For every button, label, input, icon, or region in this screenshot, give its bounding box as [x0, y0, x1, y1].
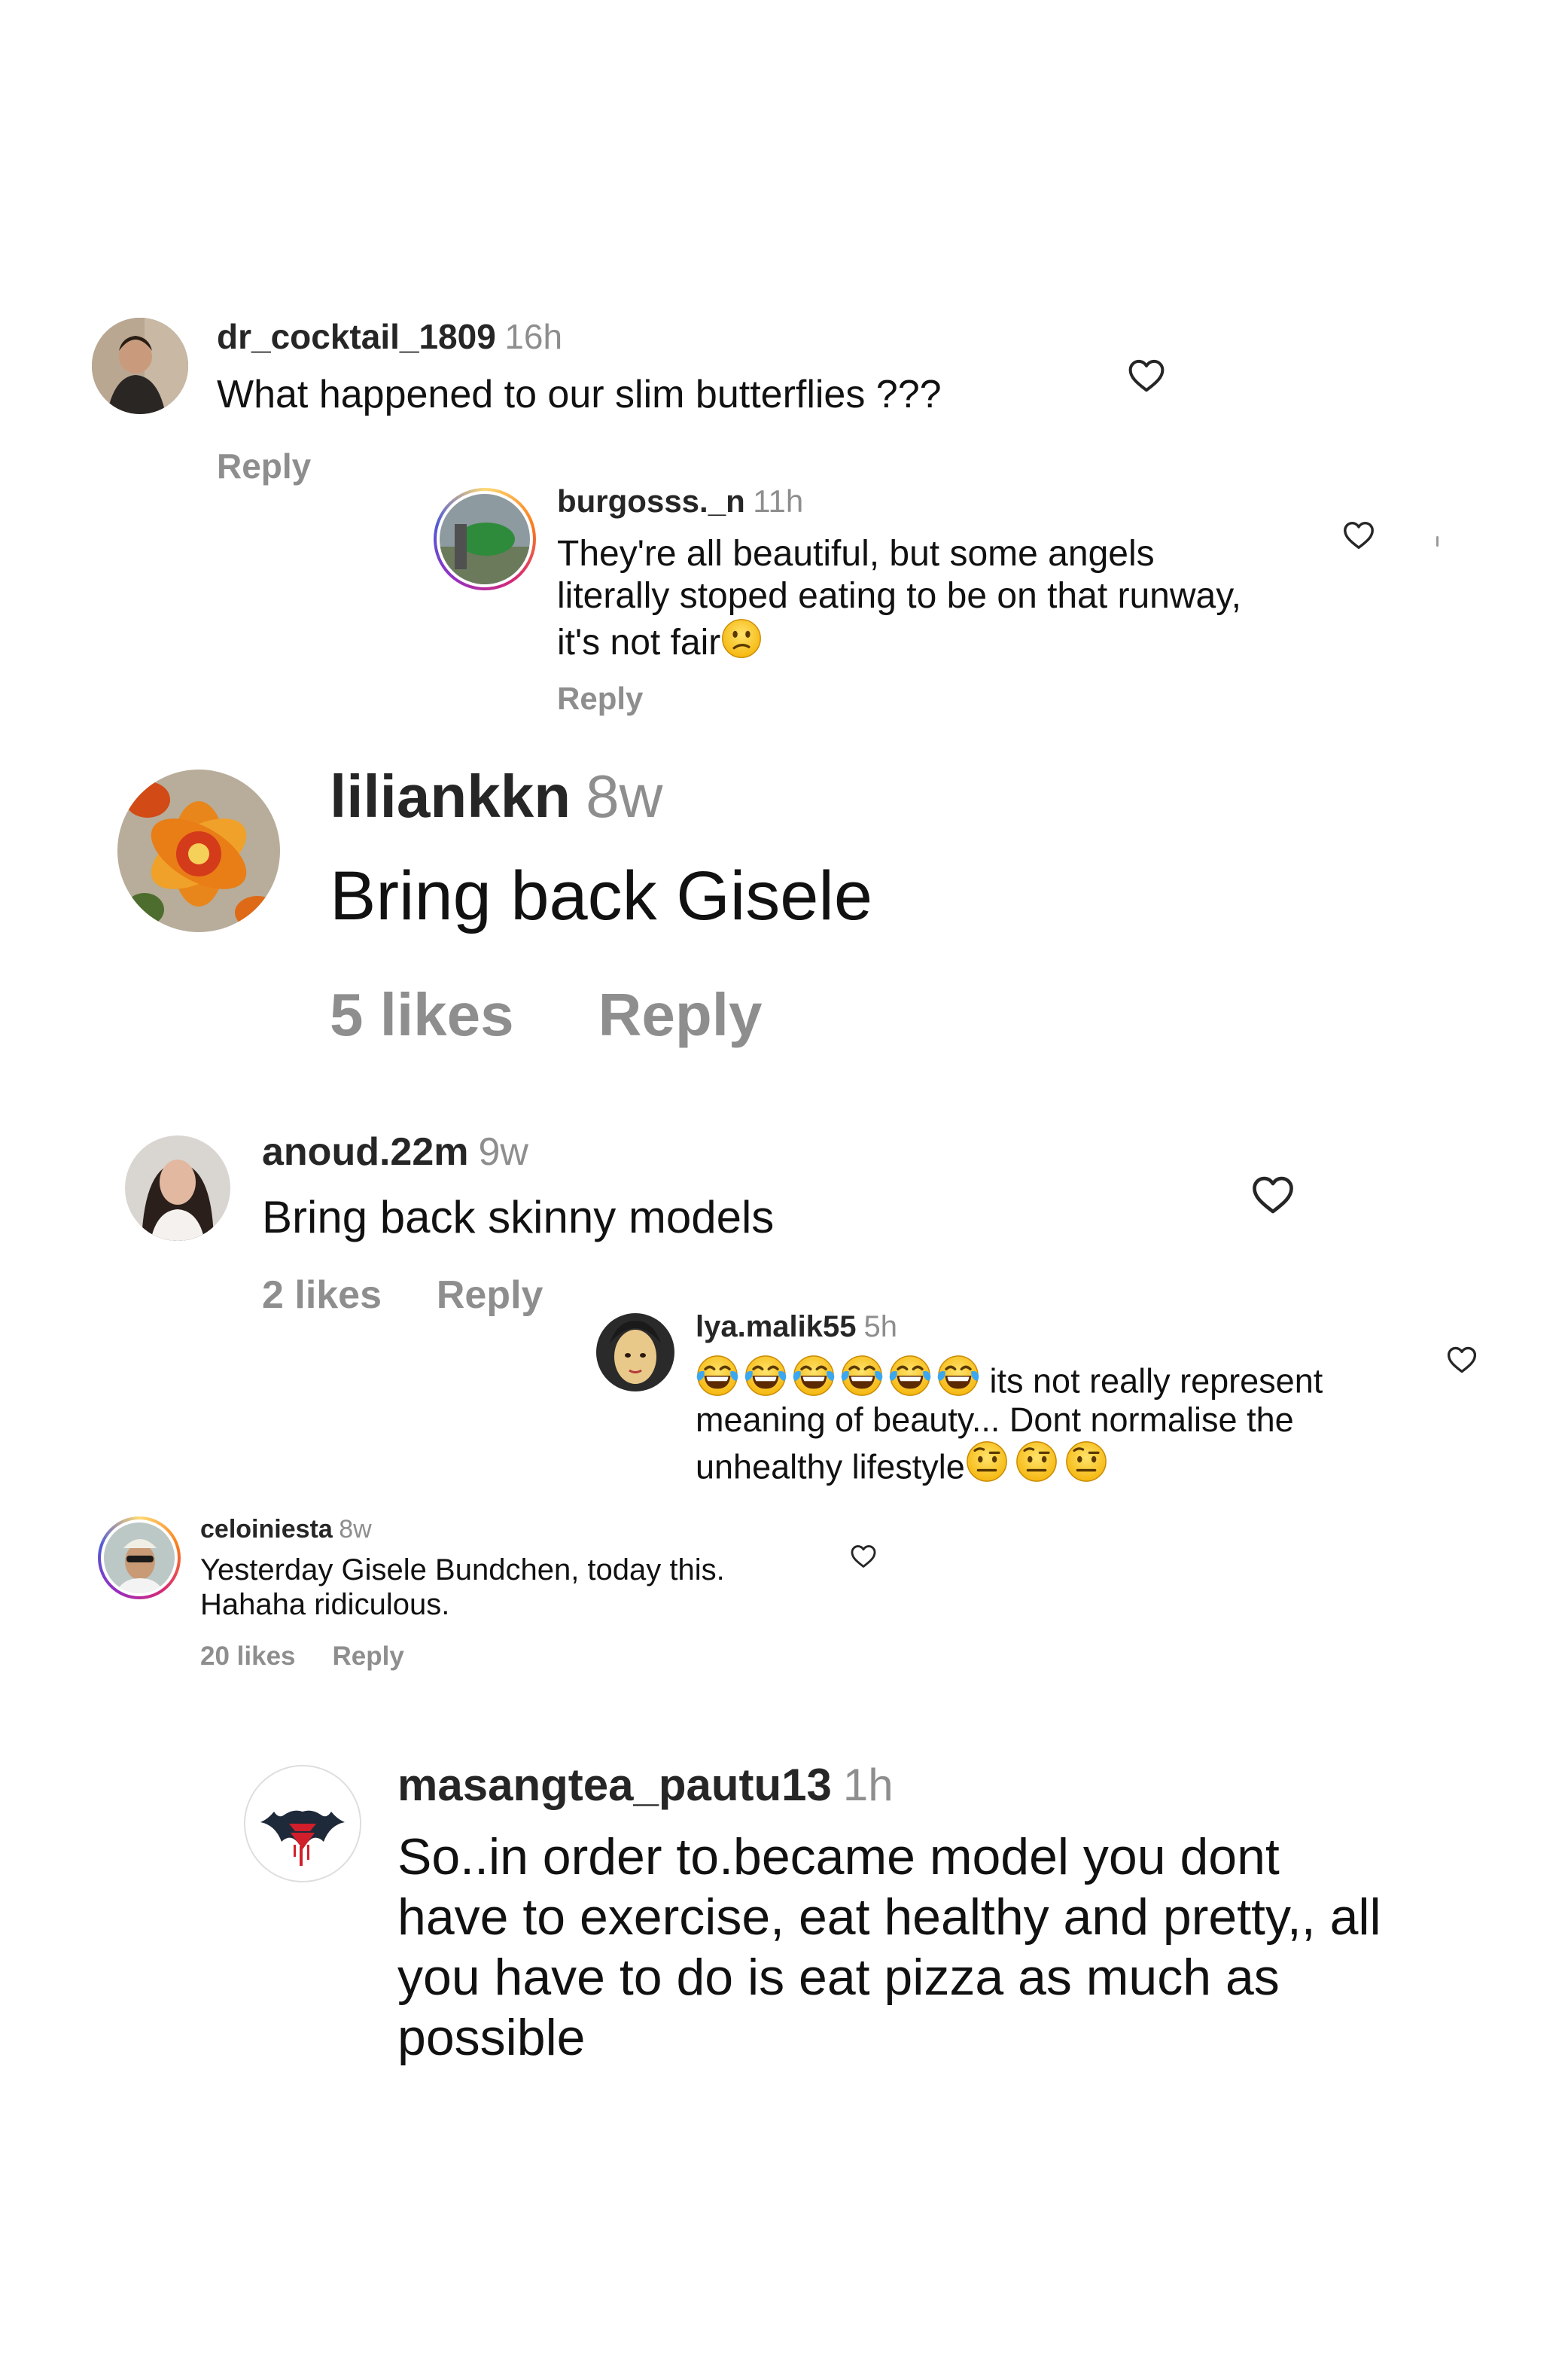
comment-line: meaning of beauty... Dont normalise the: [696, 1401, 1294, 1440]
comment-header: anoud.22m 9w: [262, 1129, 528, 1175]
reply-button[interactable]: Reply: [333, 1641, 404, 1671]
heart-outline-icon[interactable]: [1126, 355, 1167, 396]
comment-header: dr_cocktail_1809 16h: [217, 316, 562, 357]
avatar[interactable]: [98, 1516, 181, 1599]
laughing-tears-face-icon: [792, 1354, 836, 1397]
comment-line: So..in order to.became model you dont: [397, 1828, 1280, 1885]
raised-eyebrow-face-icon: [965, 1440, 1009, 1483]
avatar[interactable]: [596, 1313, 674, 1391]
likes-count[interactable]: 20 likes: [200, 1641, 296, 1671]
raised-eyebrow-face-icon: [1064, 1440, 1108, 1483]
laughing-tears-face-icon: [840, 1354, 884, 1397]
comment-text: Yesterday Gisele Bundchen, today this. H…: [200, 1553, 725, 1622]
comment-text: What happened to our slim butterflies ??…: [217, 373, 942, 416]
comment-line: it's not fair: [557, 617, 1241, 664]
comment-line: its not really represent: [696, 1354, 1323, 1401]
comment-line: Yesterday Gisele Bundchen, today this.: [200, 1553, 725, 1586]
comment-line: have to exercise, eat healthy and pretty…: [397, 1888, 1381, 1946]
comment-line: possible: [397, 2009, 586, 2066]
comment-text: They're all beautiful, but some angels l…: [557, 533, 1241, 664]
heart-outline-icon[interactable]: [849, 1542, 878, 1571]
avatar[interactable]: [92, 318, 188, 414]
laughing-tears-face-icon: [696, 1354, 739, 1397]
comment-text: So..in order to.became model you dont ha…: [397, 1827, 1381, 2068]
comment-line: literally stoped eating to be on that ru…: [557, 576, 1241, 616]
comment-actions: 2 likes Reply: [262, 1273, 543, 1318]
comment-line-text: it's not fair: [557, 622, 721, 663]
scroll-indicator: [1436, 536, 1439, 547]
raised-eyebrow-face-icon: [1015, 1440, 1058, 1483]
comment-line-text: unhealthy lifestyle: [696, 1447, 965, 1486]
comment-text: Bring back Gisele: [330, 858, 872, 934]
username[interactable]: lya.malik55: [696, 1310, 857, 1343]
timestamp: 5h: [863, 1310, 898, 1343]
timestamp: 16h: [504, 317, 563, 356]
timestamp: 1h: [842, 1760, 894, 1810]
comment-line: They're all beautiful, but some angels: [557, 534, 1155, 574]
username[interactable]: dr_cocktail_1809: [217, 317, 496, 356]
reply-button[interactable]: Reply: [437, 1273, 543, 1317]
username[interactable]: celoiniesta: [200, 1515, 333, 1544]
comment-line: Hahaha ridiculous.: [200, 1588, 450, 1621]
reply-button[interactable]: Reply: [217, 447, 311, 486]
reply-button[interactable]: Reply: [598, 981, 763, 1048]
comment-header: liliankkn 8w: [330, 762, 662, 831]
timestamp: 11h: [753, 483, 804, 519]
timestamp: 8w: [339, 1515, 372, 1544]
comment-actions: 20 likes Reply: [200, 1641, 404, 1672]
comment-line-text: its not really represent: [989, 1361, 1323, 1401]
avatar[interactable]: [125, 1135, 230, 1241]
heart-outline-icon[interactable]: [1341, 518, 1376, 553]
comment-header: celoiniesta 8w: [200, 1515, 372, 1544]
avatar[interactable]: [244, 1765, 361, 1882]
reply-button[interactable]: Reply: [557, 681, 643, 716]
username[interactable]: liliankkn: [330, 763, 571, 830]
username[interactable]: anoud.22m: [262, 1130, 469, 1174]
comment-line: you have to do is eat pizza as much as: [397, 1949, 1280, 2006]
heart-outline-icon[interactable]: [1445, 1343, 1478, 1376]
comment-header: lya.malik55 5h: [696, 1310, 897, 1344]
laughing-tears-face-icon: [888, 1354, 932, 1397]
username[interactable]: burgosss._n: [557, 483, 745, 519]
username[interactable]: masangtea_pautu13: [397, 1760, 832, 1810]
comment-actions: 5 likes Reply: [330, 980, 763, 1050]
avatar[interactable]: [117, 770, 280, 932]
comment-text: its not really represent meaning of beau…: [696, 1354, 1323, 1487]
likes-count[interactable]: 5 likes: [330, 981, 514, 1048]
comment-header: burgosss._n 11h: [557, 483, 803, 520]
comment-header: masangtea_pautu13 1h: [397, 1759, 894, 1811]
avatar[interactable]: [434, 488, 536, 590]
confused-face-icon: [720, 617, 763, 660]
comment-actions: Reply: [217, 446, 311, 486]
timestamp: 8w: [586, 763, 663, 830]
timestamp: 9w: [478, 1130, 528, 1174]
heart-outline-icon[interactable]: [1250, 1172, 1296, 1218]
laughing-tears-face-icon: [744, 1354, 787, 1397]
laughing-tears-face-icon: [936, 1354, 980, 1397]
comment-actions: Reply: [557, 681, 643, 717]
likes-count[interactable]: 2 likes: [262, 1273, 382, 1317]
comment-line: unhealthy lifestyle: [696, 1440, 1323, 1486]
comment-text: Bring back skinny models: [262, 1192, 775, 1242]
